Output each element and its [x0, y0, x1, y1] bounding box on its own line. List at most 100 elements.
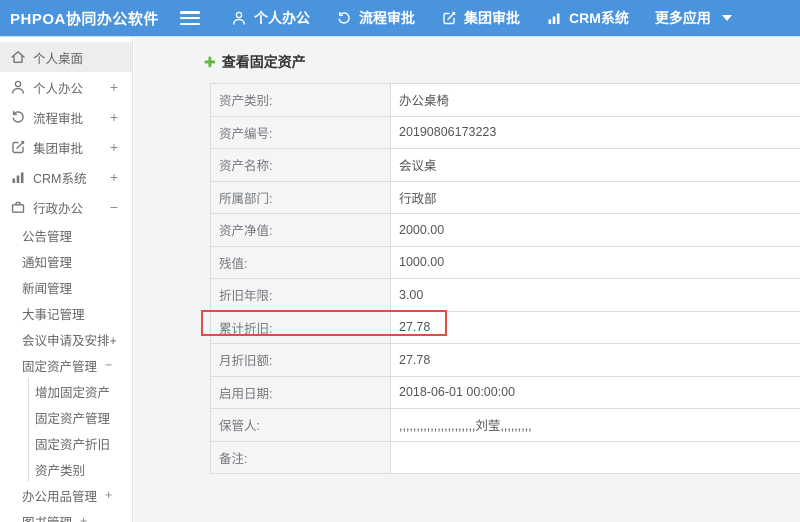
field-label: 折旧年限: — [211, 279, 391, 311]
user-icon — [10, 79, 26, 95]
field-value: 27.78 — [391, 344, 800, 376]
sidebar-item-增加固定资产[interactable]: 增加固定资产 — [28, 378, 132, 404]
sidebar-item-label: 新闻管理 — [22, 281, 73, 296]
table-row: 资产净值: 2000.00 — [211, 214, 800, 247]
app-window: PHPOA协同办公软件 个人办公 流程审批 集团审批 CRM系统 更多应用 个人… — [0, 0, 800, 522]
sidebar-item-label: 个人办公 — [33, 81, 84, 96]
field-value: 行政部 — [391, 181, 800, 213]
sidebar-item-CRM系统[interactable]: CRM系统 + — [0, 162, 132, 192]
expand-icon[interactable]: + — [110, 102, 118, 132]
sidebar: 个人桌面 个人办公 + 流程审批 + 集团审批 + CRM系统 + 行政办公 −… — [0, 37, 133, 522]
field-value: 20190806173223 — [391, 116, 800, 148]
field-value: 2000.00 — [391, 214, 800, 246]
field-value: ,,,,,,,,,,,,,,,,,,,,,,刘莹,,,,,,,,, — [391, 409, 800, 441]
table-row: 保管人: ,,,,,,,,,,,,,,,,,,,,,,刘莹,,,,,,,,, — [211, 409, 800, 442]
sidebar-item-label: 办公用品管理 — [22, 489, 98, 504]
table-row: 所属部门: 行政部 — [211, 181, 800, 214]
nav-item-更多应用[interactable]: 更多应用 — [655, 8, 732, 28]
asset-detail-table: 资产类别: 办公桌椅 资产编号: 20190806173223 资产名称: 会议… — [201, 83, 800, 474]
collapse-icon[interactable]: − — [105, 358, 112, 372]
field-label: 所属部门: — [211, 181, 391, 213]
field-label: 启用日期: — [211, 376, 391, 408]
sidebar-item-个人桌面[interactable]: 个人桌面 — [0, 42, 132, 72]
field-value: 1000.00 — [391, 246, 800, 278]
sidebar-item-新闻管理[interactable]: 新闻管理 — [0, 274, 132, 300]
sidebar-item-图书管理[interactable]: 图书管理 + — [0, 508, 132, 522]
history-icon — [336, 10, 352, 26]
field-label: 资产编号: — [211, 116, 391, 148]
field-label: 资产净值: — [211, 214, 391, 246]
field-label: 资产类别: — [211, 84, 391, 116]
chart-icon — [10, 169, 26, 185]
field-label: 累计折旧: — [211, 311, 391, 343]
field-value: 3.00 — [391, 279, 800, 311]
sidebar-item-label: 大事记管理 — [22, 307, 85, 322]
sidebar-item-label: 图书管理 — [22, 512, 72, 522]
edit-icon — [10, 139, 26, 155]
nav-item-label: 流程审批 — [359, 10, 415, 26]
field-value: 办公桌椅 — [391, 84, 800, 116]
page-title: ✚ 查看固定资产 — [204, 52, 306, 72]
sidebar-item-流程审批[interactable]: 流程审批 + — [0, 102, 132, 132]
expand-icon[interactable]: + — [110, 72, 118, 102]
sidebar-item-办公用品管理[interactable]: 办公用品管理 + — [0, 482, 132, 508]
table-row: 资产名称: 会议桌 — [211, 149, 800, 182]
sidebar-item-固定资产管理[interactable]: 固定资产管理 — [28, 404, 132, 430]
sidebar-item-label: CRM系统 — [33, 171, 87, 186]
user-icon — [231, 10, 247, 26]
sidebar-item-label: 固定资产管理 — [22, 359, 98, 374]
nav-item-个人办公[interactable]: 个人办公 — [231, 8, 310, 28]
sidebar-item-label: 公告管理 — [22, 229, 73, 244]
sidebar-item-大事记管理[interactable]: 大事记管理 — [0, 300, 132, 326]
field-label: 月折旧额: — [211, 344, 391, 376]
field-label: 残值: — [211, 246, 391, 278]
expand-icon[interactable]: + — [110, 132, 118, 162]
app-logo[interactable]: PHPOA协同办公软件 — [0, 8, 178, 29]
field-label: 资产名称: — [211, 149, 391, 181]
nav-item-label: CRM系统 — [569, 10, 629, 26]
sidebar-item-label: 资产类别 — [35, 463, 86, 478]
nav-item-label: 更多应用 — [654, 10, 711, 26]
nav-item-CRM系统[interactable]: CRM系统 — [546, 8, 629, 28]
sidebar-item-固定资产管理[interactable]: 固定资产管理 − — [0, 352, 132, 378]
home-icon — [10, 49, 26, 65]
table-row: 残值: 1000.00 — [211, 246, 800, 279]
sidebar-item-会议申请及安排+[interactable]: 会议申请及安排+ — [0, 326, 132, 352]
chart-icon — [546, 10, 562, 26]
field-value: 27.78 — [391, 311, 800, 343]
page-title-text: 查看固定资产 — [221, 54, 306, 70]
hamburger-menu-icon[interactable] — [180, 11, 200, 25]
history-icon — [10, 109, 26, 125]
sidebar-item-固定资产折旧[interactable]: 固定资产折旧 — [28, 430, 132, 456]
sidebar-item-通知管理[interactable]: 通知管理 — [0, 248, 132, 274]
caret-down-icon — [721, 15, 732, 21]
main-content: ✚ 查看固定资产 资产类别: 办公桌椅 资产编号: 20190806173223… — [134, 37, 800, 522]
sidebar-item-label: 流程审批 — [33, 111, 84, 126]
sidebar-item-label: 集团审批 — [33, 141, 84, 156]
briefcase-icon — [10, 199, 26, 215]
sidebar-item-资产类别[interactable]: 资产类别 — [28, 456, 132, 482]
nav-item-集团审批[interactable]: 集团审批 — [441, 8, 520, 28]
table-row: 资产编号: 20190806173223 — [211, 116, 800, 149]
collapse-icon[interactable]: − — [110, 192, 118, 222]
sidebar-item-label: 行政办公 — [33, 201, 84, 216]
field-value: 2018-06-01 00:00:00 — [391, 376, 800, 408]
top-navbar: PHPOA协同办公软件 个人办公 流程审批 集团审批 CRM系统 更多应用 — [0, 0, 800, 37]
sidebar-item-个人办公[interactable]: 个人办公 + — [0, 72, 132, 102]
table-row: 资产类别: 办公桌椅 — [211, 84, 800, 117]
nav-item-label: 集团审批 — [464, 10, 520, 26]
sidebar-item-label: 通知管理 — [22, 255, 73, 270]
sidebar-item-行政办公[interactable]: 行政办公 − — [0, 192, 132, 222]
expand-icon[interactable]: + — [110, 162, 118, 192]
expand-icon[interactable]: + — [105, 488, 112, 502]
sidebar-item-label: 固定资产管理 — [35, 411, 111, 426]
table-row: 累计折旧: 27.78 — [201, 309, 800, 344]
table-row: 启用日期: 2018-06-01 00:00:00 — [211, 376, 800, 409]
nav-item-label: 个人办公 — [254, 10, 310, 26]
sidebar-item-label: 个人桌面 — [33, 51, 84, 66]
sidebar-item-集团审批[interactable]: 集团审批 + — [0, 132, 132, 162]
expand-icon[interactable]: + — [80, 514, 87, 522]
nav-item-流程审批[interactable]: 流程审批 — [336, 8, 415, 28]
sidebar-item-label: 增加固定资产 — [35, 385, 111, 400]
sidebar-item-公告管理[interactable]: 公告管理 — [0, 222, 132, 248]
